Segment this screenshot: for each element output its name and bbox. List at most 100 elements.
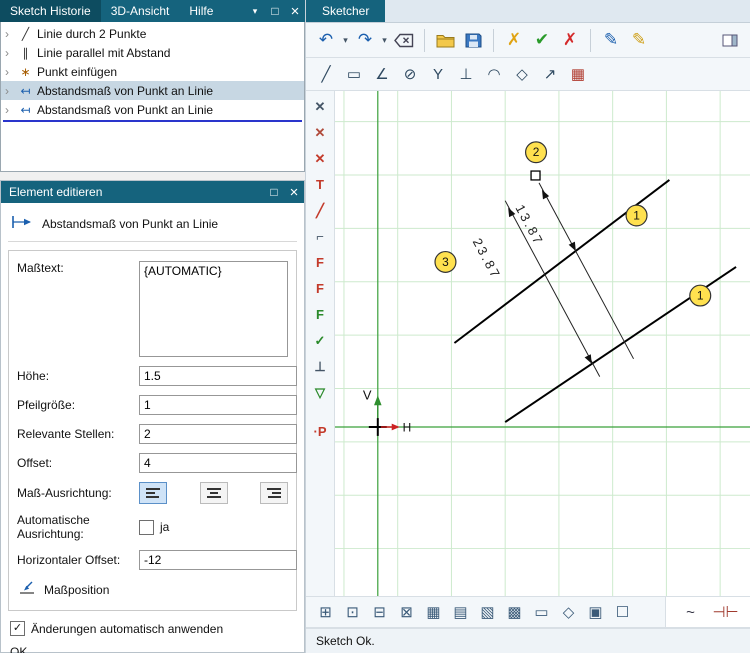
hoehe-label: Höhe: [17,369,50,383]
redo-button-caret-icon[interactable]: ▾ [380,35,389,46]
backspace-button[interactable] [391,27,417,53]
dimension-text-2[interactable]: 23.87 [470,236,504,282]
edit-maximize-button[interactable]: □ [264,185,284,199]
expand-chevron-icon[interactable]: › [5,103,14,117]
dimension-line-1[interactable] [538,182,635,360]
automatische-ausrichtung-checkbox[interactable] [139,519,154,535]
zoom-select-button[interactable]: ⊠ [394,600,419,624]
rectangle-tool-button[interactable]: ▭ [341,61,367,87]
view-square-button[interactable]: ▣ [583,600,608,624]
point-line-tool-button[interactable]: ↗ [537,61,563,87]
history-tree[interactable]: › ╱ Linie durch 2 Punkte › ∥ Linie parallel m… [0,22,305,172]
confirm-button[interactable]: ✔ [529,27,555,53]
snap-x1-button[interactable]: ✕ [308,95,332,118]
snap-x2-button[interactable]: ✕ [308,121,332,144]
point-display-button[interactable]: ·P [308,420,332,443]
view-rows-button[interactable]: ▤ [448,600,473,624]
edit-close-button[interactable]: × [284,184,304,201]
view-grid-button[interactable]: ▦ [421,600,446,624]
view-empty-button[interactable]: ☐ [610,600,635,624]
element-edit-panel: Element editieren □ × Abstandsmaß von Pu… [0,180,305,653]
balloon-line2[interactable]: 1 [689,284,712,307]
triangle-constraint-button[interactable]: ▽ [308,381,332,404]
relevante-stellen-input[interactable] [139,424,297,444]
history-item-4[interactable]: › ↤ Abstandsmaß von Punkt an Linie [1,81,304,100]
tab-sketch-historie[interactable]: Sketch Historie [0,0,101,22]
endpoints-toggle-button[interactable]: ⊣⊢ [712,600,738,624]
tab-hilfe[interactable]: Hilfe [179,0,223,22]
balloon-point[interactable]: 2 [524,141,548,164]
history-close-button[interactable]: × [285,3,305,20]
align-right-button[interactable] [260,482,288,504]
view-dense-button[interactable]: ▩ [502,600,527,624]
open-file-button[interactable] [432,27,458,53]
dimension-line-2[interactable] [504,200,601,377]
check-constraint-button[interactable]: ✓ [308,329,332,352]
perpendicular-tool-button[interactable]: ⊥ [453,61,479,87]
bottom-toolbar-group: ⊞ ⊡ ⊟ ⊠ ▦ ▤ ▧ ▩ ▭ ◇ ▣ ☐ [313,600,635,624]
cancel-button[interactable]: ✗ [557,27,583,53]
corner-constraint-button[interactable]: ⌐ [308,225,332,248]
undo-button-caret-icon[interactable]: ▾ [341,35,350,46]
offset-input[interactable] [139,453,297,473]
balloon-dimension[interactable]: 3 [434,250,457,273]
history-maximize-button[interactable]: □ [265,4,285,18]
angle-constraint-button[interactable]: ╱ [308,199,332,222]
hoehe-input[interactable] [139,366,297,386]
zoom-minus-button[interactable]: ⊟ [367,600,392,624]
perpendicular-constraint-button[interactable]: ⊥ [308,355,332,378]
apply-checkbox[interactable] [10,621,25,636]
panel-toggle-button[interactable] [717,27,743,53]
zoom-window-button[interactable]: ⊡ [340,600,365,624]
align-left-button[interactable] [139,482,167,504]
undo-button[interactable]: ↶ [313,27,339,53]
align-center-icon [206,488,221,498]
angle-tool-button[interactable]: ∠ [369,61,395,87]
save-button[interactable] [460,27,486,53]
balloon-line1[interactable]: 1 [625,204,648,227]
masstext-input[interactable]: {AUTOMATIC} [139,261,288,357]
tangent-constraint-button[interactable]: T [308,173,332,196]
grid-tool-button[interactable]: ▦ [565,61,591,87]
fix-length-constraint-button[interactable]: F [308,303,332,326]
fix-angle-constraint-button[interactable]: F [308,277,332,300]
expand-chevron-icon[interactable]: › [5,46,14,60]
view-diamond-button[interactable]: ◇ [556,600,581,624]
tab-sketcher[interactable]: Sketcher [306,0,386,22]
smooth-toggle-button[interactable]: ~ [678,600,703,624]
view-rect-button[interactable]: ▭ [529,600,554,624]
expand-chevron-icon[interactable]: › [5,65,14,79]
arc-tool-button[interactable]: ◠ [481,61,507,87]
edit-pencil-button[interactable]: ✎ [598,27,624,53]
align-center-button[interactable] [199,482,228,504]
fix-point-constraint-button[interactable]: F [308,251,332,274]
chamfer-tool-button[interactable]: ◇ [509,61,535,87]
history-titlebar[interactable]: Sketch Historie 3D-Ansicht Hilfe ▾ □ × [0,0,305,22]
horizontaler-offset-input[interactable] [139,550,297,570]
zoom-fit-button[interactable]: ⊞ [313,600,338,624]
edit-titlebar[interactable]: Element editieren □ × [1,181,304,203]
sketch-svg[interactable]: V H 13.87 23.87 2 3 1 1 [335,91,750,596]
snap-x3-button[interactable]: ✕ [308,147,332,170]
tab-3d-ansicht[interactable]: 3D-Ansicht [101,0,180,22]
history-item-3[interactable]: › ∗ Punkt einfügen [1,62,304,81]
pfeilgroesse-input[interactable] [139,395,297,415]
expand-chevron-icon[interactable]: › [5,84,14,98]
edit-pencil-alt-button[interactable]: ✎ [626,27,652,53]
redo-button[interactable]: ↷ [352,27,378,53]
delete-element-button[interactable]: ✗ [501,27,527,53]
ok-button[interactable]: OK [8,636,297,653]
sketch-point[interactable] [530,170,541,181]
polyline-tool-button[interactable]: ╱ [313,61,339,87]
circle-tool-button[interactable]: ⊘ [397,61,423,87]
view-hatch-button[interactable]: ▧ [475,600,500,624]
branch-tool-button[interactable]: Y [425,61,451,87]
massposition-row[interactable]: Maßposition [17,579,288,600]
sketch-canvas[interactable]: V H 13.87 23.87 2 3 1 1 [335,91,750,596]
history-menu-caret-icon[interactable]: ▾ [245,6,265,17]
expand-chevron-icon[interactable]: › [5,27,14,41]
history-item-2[interactable]: › ∥ Linie parallel mit Abstand [1,43,304,62]
dimension-text-1[interactable]: 13.87 [512,202,546,248]
history-item-5[interactable]: › ↤ Abstandsmaß von Punkt an Linie [1,100,304,119]
history-item-1[interactable]: › ╱ Linie durch 2 Punkte [1,24,304,43]
